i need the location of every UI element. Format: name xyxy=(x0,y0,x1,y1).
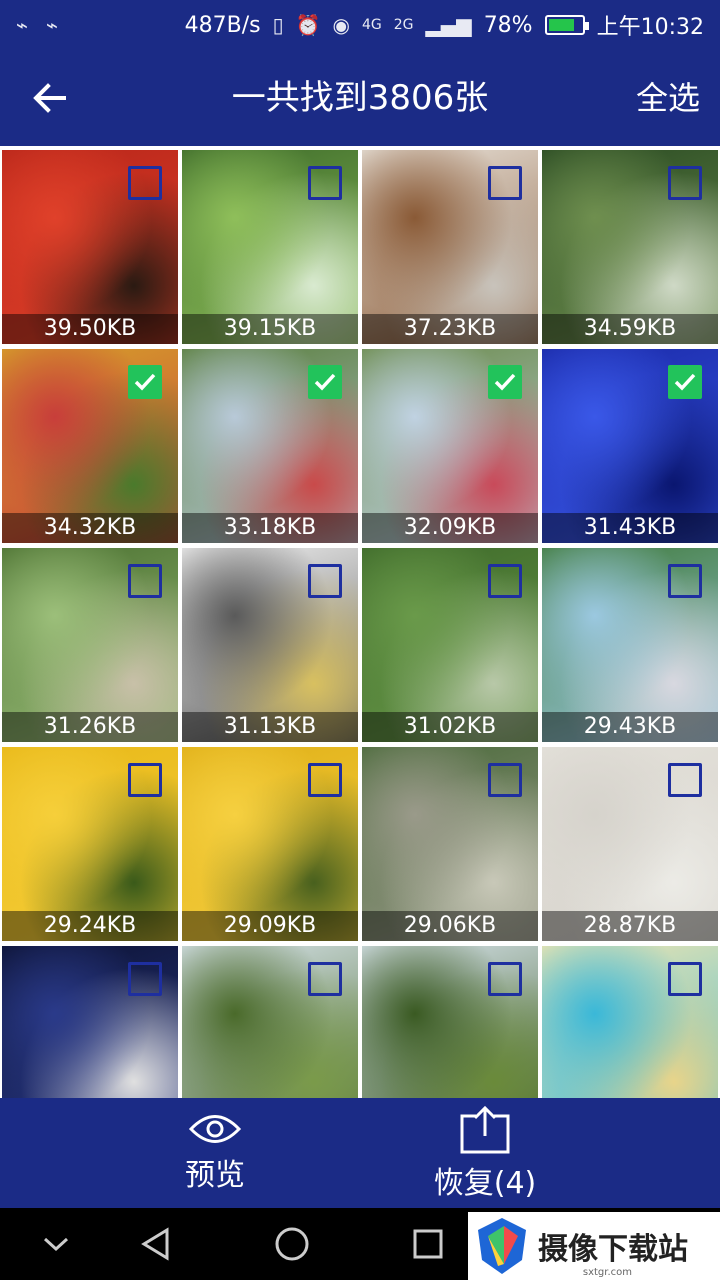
photo-tile[interactable]: 34.59KB xyxy=(542,150,718,344)
photo-tile[interactable]: 29.24KB xyxy=(2,747,178,941)
checkbox[interactable] xyxy=(128,962,162,996)
photo-tile[interactable]: 29.43KB xyxy=(542,548,718,742)
photo-size-label: 39.15KB xyxy=(182,314,358,344)
photo-size-label: 33.18KB xyxy=(182,513,358,543)
checkbox-checked[interactable] xyxy=(308,365,342,399)
checkmark-icon xyxy=(674,373,696,391)
signal-icon: ▂▄▆ xyxy=(425,13,472,37)
triangle-back-icon xyxy=(141,1227,169,1261)
photo-tile[interactable] xyxy=(2,946,178,1098)
checkbox[interactable] xyxy=(488,564,522,598)
battery-icon xyxy=(544,15,589,35)
checkbox[interactable] xyxy=(668,564,702,598)
photo-tile[interactable]: 33.18KB xyxy=(182,349,358,543)
nav-collapse-button[interactable] xyxy=(34,1222,78,1266)
photo-size-label: 28.87KB xyxy=(542,911,718,941)
back-button[interactable] xyxy=(20,68,80,128)
checkbox-checked[interactable] xyxy=(668,365,702,399)
select-all-button[interactable]: 全选 xyxy=(636,72,700,124)
checkbox[interactable] xyxy=(308,962,342,996)
status-bar: ⌁ ⌁ 487B/s ▯ ⏰ ◉ 4G 2G ▂▄▆ 78% 上午10:32 xyxy=(0,0,720,50)
clock: 上午10:32 xyxy=(596,15,704,40)
photo-size-label: 34.32KB xyxy=(2,513,178,543)
photo-size-label: 29.43KB xyxy=(542,712,718,742)
photo-tile[interactable]: 39.15KB xyxy=(182,150,358,344)
photo-size-label: 29.09KB xyxy=(182,911,358,941)
square-recents-icon xyxy=(413,1229,443,1259)
photo-tile[interactable] xyxy=(362,946,538,1098)
checkbox[interactable] xyxy=(488,962,522,996)
checkmark-icon xyxy=(314,373,336,391)
network-type: 4G xyxy=(362,17,382,33)
usb-icon: ⌁ xyxy=(46,13,59,37)
signal-label: 2G xyxy=(393,17,414,33)
battery-percent: 78% xyxy=(483,12,533,38)
recover-label: 恢复(4) xyxy=(433,1166,537,1201)
photo-tile[interactable]: 34.32KB xyxy=(2,349,178,543)
photo-tile[interactable]: 28.87KB xyxy=(542,747,718,941)
photo-size-label: 29.06KB xyxy=(362,911,538,941)
photo-size-label: 32.09KB xyxy=(362,513,538,543)
preview-button[interactable]: 预览 xyxy=(115,1098,315,1208)
photo-tile[interactable]: 31.02KB xyxy=(362,548,538,742)
circle-home-icon xyxy=(275,1227,309,1261)
arrow-left-icon xyxy=(33,83,66,113)
alarm-icon: ⏰ xyxy=(295,13,321,37)
watermark: 摄像下载站 sxtgr.com xyxy=(468,1212,720,1280)
checkbox[interactable] xyxy=(668,166,702,200)
checkbox-checked[interactable] xyxy=(488,365,522,399)
photo-size-label: 31.02KB xyxy=(362,712,538,742)
vibrate-icon: ▯ xyxy=(272,13,284,37)
chevron-down-icon xyxy=(43,1237,69,1252)
page-title: 一共找到3806张 xyxy=(231,78,489,118)
preview-label: 预览 xyxy=(185,1158,245,1193)
checkbox[interactable] xyxy=(308,564,342,598)
bottom-action-bar: 预览 恢复(4) xyxy=(0,1098,720,1208)
photo-tile[interactable]: 32.09KB xyxy=(362,349,538,543)
logo-icon xyxy=(478,1218,526,1274)
checkbox[interactable] xyxy=(308,763,342,797)
upload-icon xyxy=(460,1105,510,1154)
photo-tile[interactable] xyxy=(182,946,358,1098)
eye-icon xyxy=(189,1115,241,1143)
nav-recents-button[interactable] xyxy=(406,1222,450,1266)
app-bar: 一共找到3806张 全选 xyxy=(0,50,720,146)
photo-size-label: 31.43KB xyxy=(542,513,718,543)
checkbox[interactable] xyxy=(488,166,522,200)
photo-tile[interactable]: 31.26KB xyxy=(2,548,178,742)
photo-tile[interactable]: 31.13KB xyxy=(182,548,358,742)
checkbox[interactable] xyxy=(668,962,702,996)
checkbox[interactable] xyxy=(488,763,522,797)
checkbox[interactable] xyxy=(308,166,342,200)
checkbox-checked[interactable] xyxy=(128,365,162,399)
checkbox[interactable] xyxy=(668,763,702,797)
photo-tile[interactable]: 31.43KB xyxy=(542,349,718,543)
photo-size-label: 31.26KB xyxy=(2,712,178,742)
photo-tile[interactable] xyxy=(542,946,718,1098)
photo-tile[interactable]: 39.50KB xyxy=(2,150,178,344)
photo-size-label: 34.59KB xyxy=(542,314,718,344)
checkbox[interactable] xyxy=(128,564,162,598)
usb-icon: ⌁ xyxy=(16,13,29,37)
photo-size-label: 29.24KB xyxy=(2,911,178,941)
network-speed: 487B/s xyxy=(184,12,261,38)
nav-back-button[interactable] xyxy=(134,1222,178,1266)
photo-size-label: 31.13KB xyxy=(182,712,358,742)
photo-size-label: 37.23KB xyxy=(362,314,538,344)
checkmark-icon xyxy=(494,373,516,391)
checkmark-icon xyxy=(134,373,156,391)
eye-icon: ◉ xyxy=(332,13,350,37)
photo-tile[interactable]: 37.23KB xyxy=(362,150,538,344)
watermark-url: sxtgr.com xyxy=(582,1267,632,1278)
checkbox[interactable] xyxy=(128,166,162,200)
photo-grid: 39.50KB 39.15KB 37.23KB 34.59KB 34.32KB 33.18… xyxy=(0,146,720,1098)
photo-tile[interactable]: 29.09KB xyxy=(182,747,358,941)
checkbox[interactable] xyxy=(128,763,162,797)
photo-tile[interactable]: 29.06KB xyxy=(362,747,538,941)
battery-level-fill xyxy=(548,19,574,31)
watermark-text: 摄像下载站 xyxy=(538,1232,688,1267)
nav-home-button[interactable] xyxy=(270,1222,314,1266)
recover-button[interactable]: 恢复(4) xyxy=(385,1098,585,1208)
photo-size-label: 39.50KB xyxy=(2,314,178,344)
